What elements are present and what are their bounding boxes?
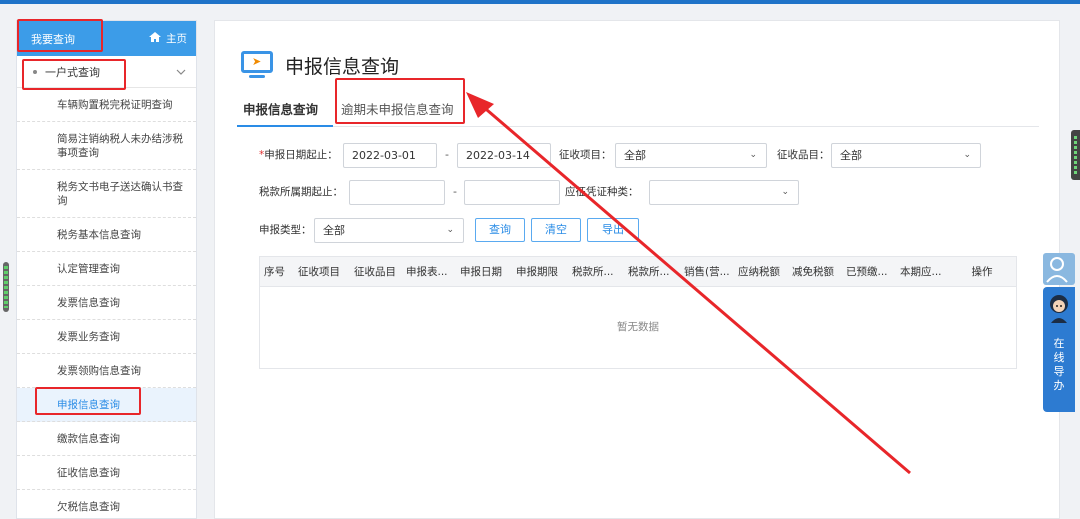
annotation-arrow bbox=[466, 92, 911, 475]
